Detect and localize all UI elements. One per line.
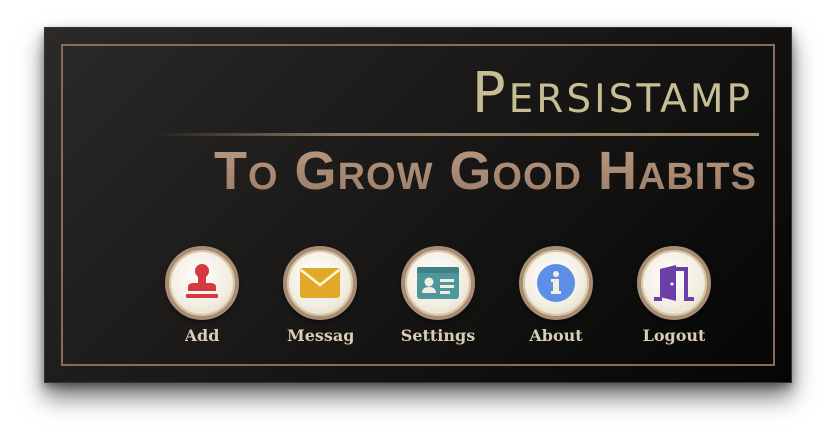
logout-icon-circle[interactable] bbox=[637, 246, 711, 320]
title-divider bbox=[157, 133, 759, 136]
nav-about-label: About bbox=[529, 326, 583, 345]
nav-settings-button[interactable]: Settings bbox=[379, 246, 497, 345]
header-panel: Persistamp To Grow Good Habits Add Messa… bbox=[44, 27, 792, 383]
nav-about-button[interactable]: About bbox=[497, 246, 615, 345]
nav-logout-label: Logout bbox=[642, 326, 706, 345]
brand-title: Persistamp bbox=[471, 61, 753, 126]
id-card-icon bbox=[417, 267, 459, 299]
door-open-icon bbox=[654, 265, 694, 301]
settings-icon-circle[interactable] bbox=[401, 246, 475, 320]
envelope-icon bbox=[300, 268, 340, 298]
message-icon-circle[interactable] bbox=[283, 246, 357, 320]
main-nav: Add Message bbox=[143, 246, 733, 345]
tagline: To Grow Good Habits bbox=[214, 141, 757, 201]
nav-logout-button[interactable]: Logout bbox=[615, 246, 733, 345]
stamp-icon bbox=[186, 264, 218, 298]
info-icon bbox=[537, 264, 575, 302]
nav-add-button[interactable]: Add bbox=[143, 246, 261, 345]
nav-message-label: Message bbox=[287, 326, 353, 345]
nav-add-label: Add bbox=[184, 326, 220, 345]
nav-settings-label: Settings bbox=[400, 326, 476, 345]
nav-message-button[interactable]: Message bbox=[261, 246, 379, 345]
about-icon-circle[interactable] bbox=[519, 246, 593, 320]
add-icon-circle[interactable] bbox=[165, 246, 239, 320]
